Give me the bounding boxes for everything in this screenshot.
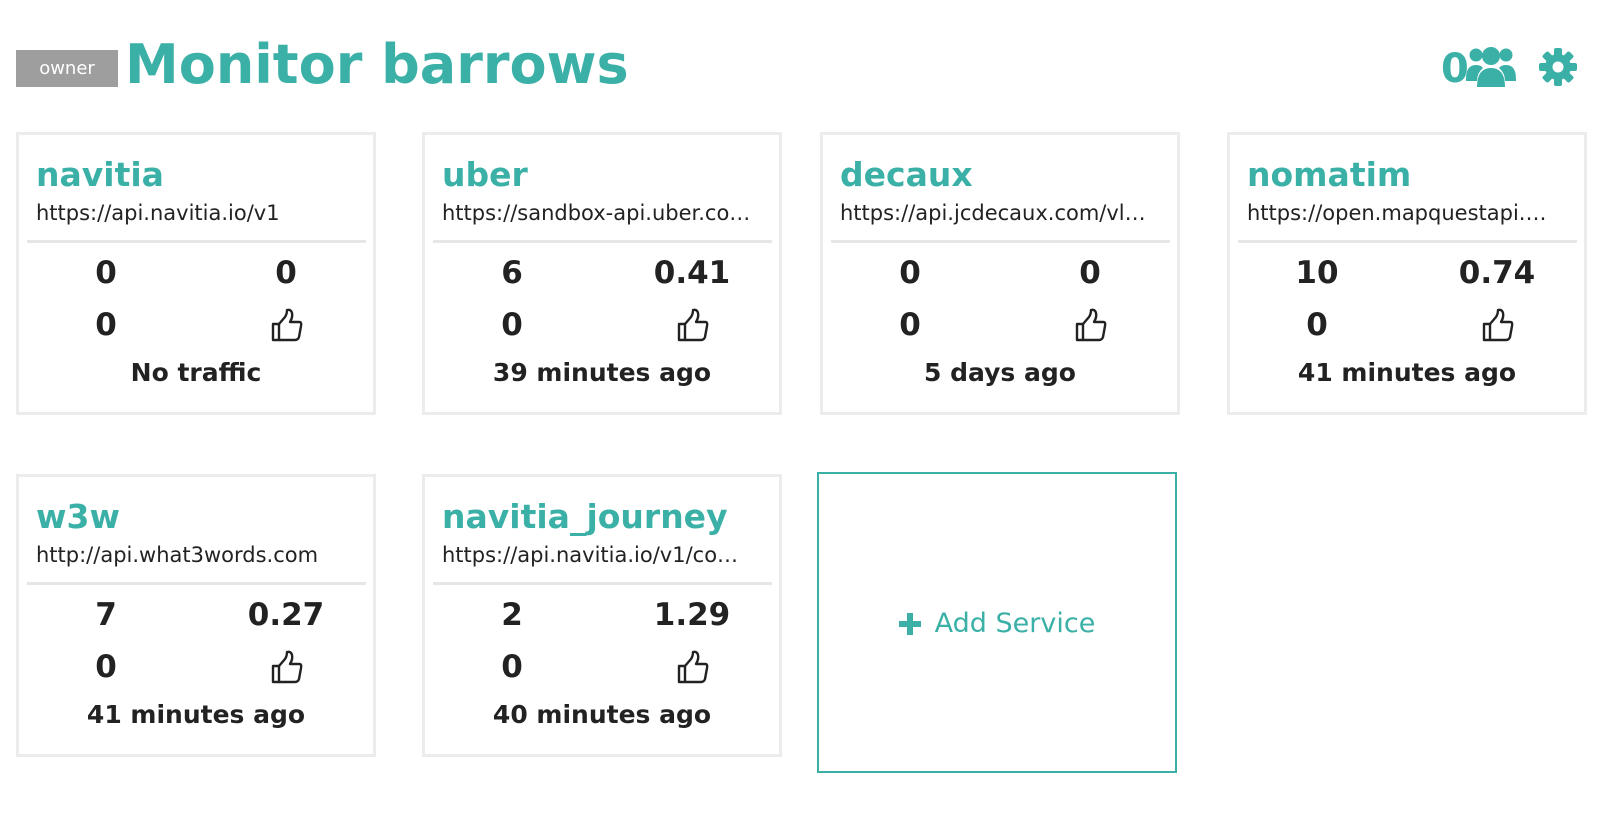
last-activity: 41 minutes ago: [1297, 358, 1517, 387]
service-card[interactable]: uber https://sandbox-api.uber.co… 6 0.41 0 39…: [422, 132, 782, 415]
last-activity: 5 days ago: [924, 358, 1076, 387]
stat-top-right: 1.29: [653, 597, 731, 633]
thumbs-up-icon: [1482, 308, 1514, 342]
role-badge: owner: [16, 50, 118, 87]
divider: [433, 582, 772, 585]
stat-bottom-left: 0: [95, 307, 117, 343]
stat-top-right: 0.74: [1458, 255, 1536, 291]
stat-top-left: 0: [95, 255, 117, 291]
stat-top-right: 0.41: [653, 255, 731, 291]
last-activity: 41 minutes ago: [86, 700, 306, 729]
stat-top-right: 0.27: [247, 597, 325, 633]
thumbs-up-icon: [271, 650, 303, 684]
service-name[interactable]: navitia: [36, 155, 164, 195]
last-activity: 40 minutes ago: [492, 700, 712, 729]
divider: [1238, 240, 1577, 243]
divider: [831, 240, 1170, 243]
stat-bottom-left: 0: [1306, 307, 1328, 343]
service-name[interactable]: w3w: [36, 497, 120, 537]
service-card[interactable]: nomatim https://open.mapquestapi.… 10 0.74 0…: [1227, 132, 1587, 415]
service-name[interactable]: navitia_journey: [442, 497, 728, 537]
last-activity: 39 minutes ago: [492, 358, 712, 387]
plus-icon: [898, 612, 921, 635]
thumbs-up-icon: [271, 308, 303, 342]
stat-top-right: 0: [275, 255, 297, 291]
stat-bottom-left: 0: [501, 307, 523, 343]
thumbs-up-icon: [1075, 308, 1107, 342]
service-url: https://api.navitia.io/v1/co…: [442, 543, 739, 567]
page-header: owner Monitor barrows 0: [0, 0, 1600, 120]
stat-bottom-left: 0: [501, 649, 523, 685]
divider: [27, 240, 366, 243]
service-url: https://sandbox-api.uber.co…: [442, 201, 751, 225]
stat-top-left: 7: [95, 597, 117, 633]
service-name[interactable]: uber: [442, 155, 528, 195]
divider: [27, 582, 366, 585]
service-name[interactable]: decaux: [840, 155, 973, 195]
page-title: Monitor barrows: [125, 33, 629, 96]
gear-icon[interactable]: [1538, 47, 1578, 87]
stat-top-right: 0: [1079, 255, 1101, 291]
stat-top-left: 6: [501, 255, 523, 291]
last-activity: No traffic: [130, 358, 262, 387]
stat-top-left: 0: [899, 255, 921, 291]
users-icon[interactable]: [1465, 43, 1517, 89]
add-service-button[interactable]: Add Service: [817, 472, 1177, 773]
service-name[interactable]: nomatim: [1247, 155, 1411, 195]
divider: [433, 240, 772, 243]
service-url: https://api.jcdecaux.com/vl…: [840, 201, 1146, 225]
thumbs-up-icon: [677, 308, 709, 342]
service-card[interactable]: w3w http://api.what3words.com 7 0.27 0 41 min…: [16, 474, 376, 757]
service-url: http://api.what3words.com: [36, 543, 319, 567]
service-url: https://open.mapquestapi.…: [1247, 201, 1547, 225]
service-card[interactable]: decaux https://api.jcdecaux.com/vl… 0 0 0 5 d…: [820, 132, 1180, 415]
stat-bottom-left: 0: [95, 649, 117, 685]
service-card[interactable]: navitia_journey https://api.navitia.io/v1…: [422, 474, 782, 757]
add-service-label: Add Service: [934, 608, 1096, 639]
stat-top-left: 2: [501, 597, 523, 633]
stat-bottom-left: 0: [899, 307, 921, 343]
service-url: https://api.navitia.io/v1: [36, 201, 280, 225]
service-card[interactable]: navitia https://api.navitia.io/v1 0 0 0 No tr…: [16, 132, 376, 415]
stat-top-left: 10: [1295, 255, 1339, 291]
thumbs-up-icon: [677, 650, 709, 684]
